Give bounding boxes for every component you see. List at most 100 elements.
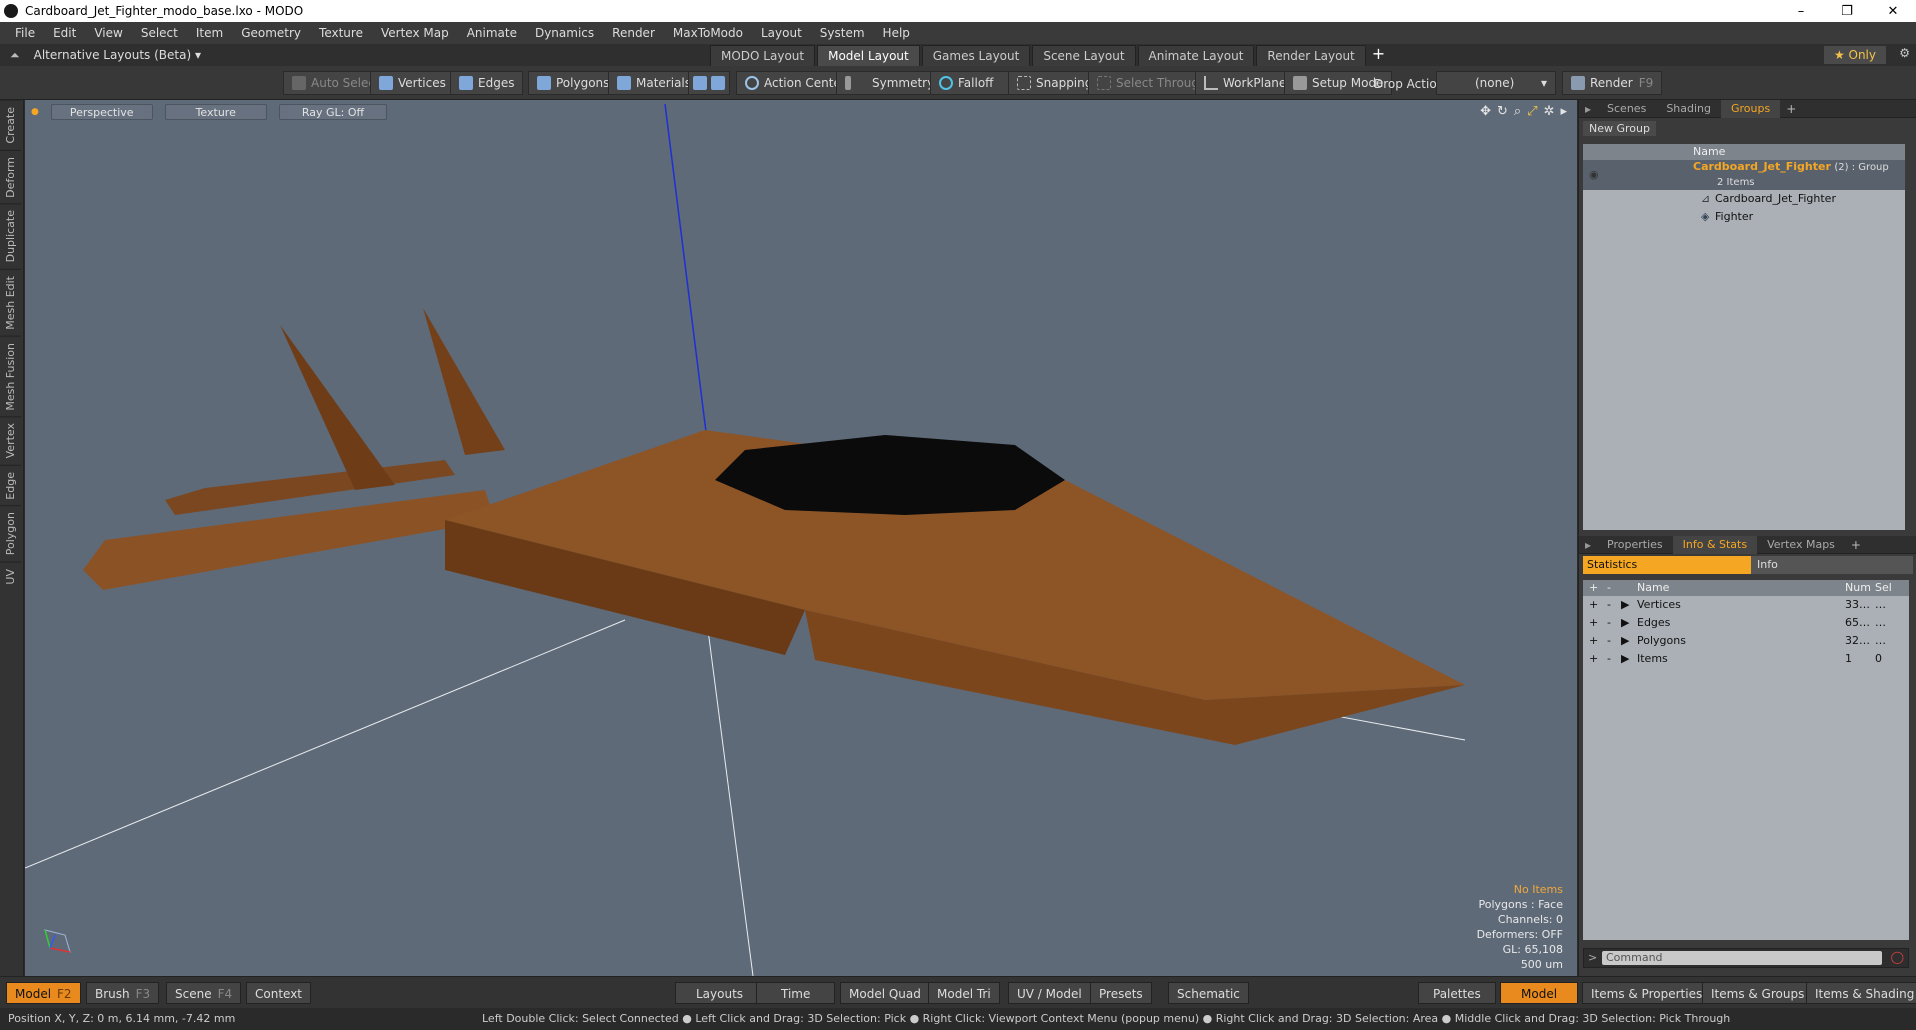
- component-mode-button[interactable]: [688, 71, 730, 95]
- menu-item[interactable]: Item: [187, 26, 232, 40]
- panel-menu-icon[interactable]: ▸: [1579, 538, 1597, 552]
- panel-menu-icon[interactable]: ▸: [1579, 102, 1597, 116]
- tab-edge[interactable]: Edge: [0, 464, 21, 506]
- model-quad-button[interactable]: Model Quad: [840, 982, 930, 1004]
- alternative-layouts-dropdown[interactable]: Alternative Layouts (Beta) ▾: [26, 48, 215, 62]
- items-shading-button[interactable]: Items & Shading: [1806, 982, 1916, 1004]
- tab-shading[interactable]: Shading: [1656, 100, 1721, 118]
- gear-icon[interactable]: ⚙: [1899, 46, 1910, 60]
- expand-plus-icon[interactable]: +: [1589, 596, 1598, 614]
- tab-groups[interactable]: Groups: [1721, 99, 1781, 118]
- tab-create[interactable]: Create: [0, 100, 21, 150]
- settings-icon[interactable]: ✲: [1544, 104, 1555, 119]
- menu-help[interactable]: Help: [874, 26, 919, 40]
- items-properties-button[interactable]: Items & Properties: [1582, 982, 1712, 1004]
- menu-layout[interactable]: Layout: [752, 26, 811, 40]
- tab-mesh-fusion[interactable]: Mesh Fusion: [0, 335, 21, 417]
- tab-info[interactable]: Info: [1751, 556, 1913, 574]
- symmetry-button[interactable]: Symmetry: [836, 71, 944, 95]
- fit-icon[interactable]: ⤢: [1527, 104, 1537, 119]
- menu-vertex-map[interactable]: Vertex Map: [372, 26, 458, 40]
- model-tri-button[interactable]: Model Tri: [928, 982, 1000, 1004]
- context-button[interactable]: Context: [246, 982, 312, 1004]
- menu-select[interactable]: Select: [132, 26, 187, 40]
- table-row[interactable]: + - ▶ Polygons 32… …: [1583, 632, 1909, 650]
- tab-mesh-edit[interactable]: Mesh Edit: [0, 268, 21, 336]
- collapse-minus-icon[interactable]: -: [1607, 614, 1611, 632]
- menu-file[interactable]: File: [6, 26, 44, 40]
- zoom-icon[interactable]: ⌕: [1514, 104, 1521, 119]
- collapse-minus-icon[interactable]: -: [1607, 596, 1611, 614]
- tab-scenes[interactable]: Scenes: [1597, 100, 1656, 118]
- brush-mode-button[interactable]: Brush F3: [86, 982, 160, 1004]
- tab-deform[interactable]: Deform: [0, 149, 21, 204]
- add-layout-icon[interactable]: +: [1372, 45, 1385, 68]
- new-group-button[interactable]: New Group: [1583, 121, 1656, 136]
- view-type-button[interactable]: Perspective: [50, 104, 153, 120]
- model-mode-button[interactable]: Model F2: [6, 982, 81, 1004]
- tab-statistics[interactable]: Statistics: [1583, 556, 1751, 574]
- model-layout-button[interactable]: Model: [1500, 982, 1579, 1004]
- visibility-eye-icon[interactable]: ◉: [1589, 166, 1599, 184]
- collapse-minus-icon[interactable]: -: [1607, 650, 1611, 668]
- tab-info-stats[interactable]: Info & Stats: [1672, 535, 1758, 554]
- collapse-minus-icon[interactable]: -: [1607, 632, 1611, 650]
- record-icon[interactable]: ◯: [1891, 950, 1904, 964]
- triangle-right-icon[interactable]: ▶: [1621, 614, 1629, 632]
- menu-render[interactable]: Render: [603, 26, 664, 40]
- list-item[interactable]: ⊿ Cardboard_Jet_Fighter: [1583, 190, 1905, 208]
- table-row[interactable]: + - ▶ Vertices 33… …: [1583, 596, 1909, 614]
- restore-button[interactable]: ❐: [1824, 4, 1870, 19]
- rotate-icon[interactable]: ↻: [1497, 104, 1508, 119]
- menu-maxtomodo[interactable]: MaxToModo: [664, 26, 752, 40]
- shading-mode-button[interactable]: Texture: [164, 104, 267, 120]
- list-item[interactable]: ◈ Fighter: [1583, 208, 1905, 226]
- jet-fighter-model[interactable]: [83, 308, 1465, 745]
- expand-plus-icon[interactable]: +: [1589, 632, 1598, 650]
- menu-view[interactable]: View: [85, 26, 131, 40]
- polygons-button[interactable]: Polygons: [528, 71, 619, 95]
- time-button[interactable]: Time: [756, 982, 836, 1004]
- menu-dynamics[interactable]: Dynamics: [526, 26, 603, 40]
- only-toggle[interactable]: ★ Only: [1823, 46, 1886, 64]
- triangle-right-icon[interactable]: ▶: [1621, 596, 1629, 614]
- tab-games-layout[interactable]: Games Layout: [921, 45, 1031, 68]
- tab-modo-layout[interactable]: MODO Layout: [710, 45, 816, 68]
- tab-scene-layout[interactable]: Scene Layout: [1032, 45, 1136, 68]
- layouts-button[interactable]: Layouts: [675, 982, 765, 1004]
- menu-texture[interactable]: Texture: [310, 26, 372, 40]
- drop-action-select[interactable]: (none) ▾: [1436, 71, 1556, 95]
- command-input[interactable]: Command: [1602, 951, 1882, 965]
- table-row[interactable]: + - ▶ Edges 65… …: [1583, 614, 1909, 632]
- viewport-menu-icon[interactable]: ●: [31, 107, 39, 117]
- expand-plus-icon[interactable]: +: [1589, 614, 1598, 632]
- tab-properties[interactable]: Properties: [1597, 536, 1673, 554]
- menu-animate[interactable]: Animate: [458, 26, 526, 40]
- close-button[interactable]: ✕: [1870, 4, 1916, 19]
- presets-button[interactable]: Presets: [1090, 982, 1152, 1004]
- vertices-button[interactable]: Vertices: [370, 71, 455, 95]
- expand-arrow-icon[interactable]: ▸: [1560, 104, 1567, 119]
- triangle-right-icon[interactable]: ▶: [1621, 632, 1629, 650]
- tab-animate-layout[interactable]: Animate Layout: [1137, 45, 1255, 68]
- collapse-icon[interactable]: ⏶: [0, 48, 26, 63]
- schematic-button[interactable]: Schematic: [1168, 982, 1249, 1004]
- workplane-button[interactable]: WorkPlane: [1195, 71, 1296, 95]
- menu-edit[interactable]: Edit: [44, 26, 85, 40]
- edges-button[interactable]: Edges: [450, 71, 524, 95]
- table-row[interactable]: + - ▶ Items 1 0: [1583, 650, 1909, 668]
- tab-render-layout[interactable]: Render Layout: [1256, 45, 1366, 68]
- pan-icon[interactable]: ✥: [1480, 104, 1491, 119]
- raygl-button[interactable]: Ray GL: Off: [278, 104, 388, 120]
- 3d-viewport[interactable]: ● Perspective Texture Ray GL: Off ✥ ↻ ⌕ …: [25, 100, 1577, 976]
- minimize-button[interactable]: –: [1778, 4, 1824, 19]
- expand-plus-icon[interactable]: +: [1589, 650, 1598, 668]
- palettes-button[interactable]: Palettes: [1418, 982, 1496, 1004]
- scene-mode-button[interactable]: Scene F4: [166, 982, 242, 1004]
- render-button[interactable]: Render F9: [1562, 71, 1663, 95]
- triangle-right-icon[interactable]: ▶: [1621, 650, 1629, 668]
- falloff-button[interactable]: Falloff: [930, 71, 1021, 95]
- add-tab-icon[interactable]: +: [1845, 538, 1867, 552]
- tab-vertex[interactable]: Vertex: [0, 416, 21, 465]
- materials-button[interactable]: Materials: [608, 71, 701, 95]
